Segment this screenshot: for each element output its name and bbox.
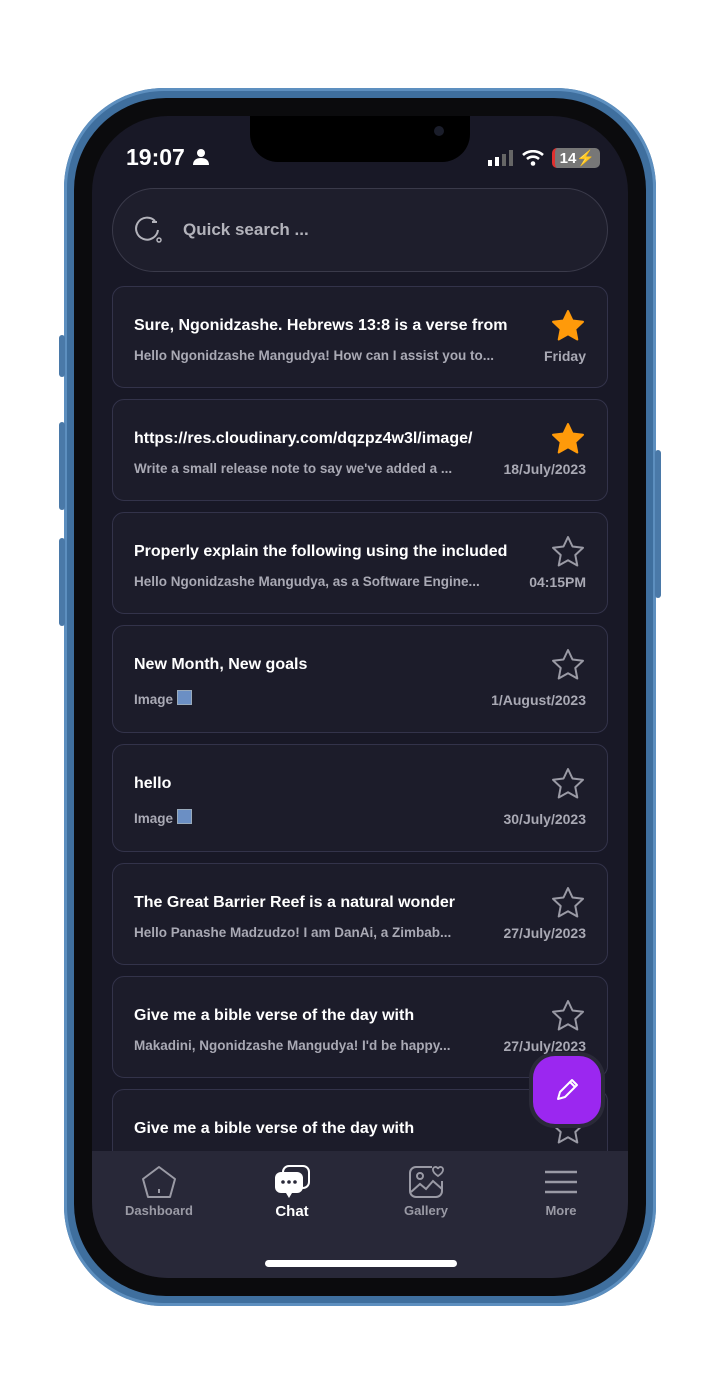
wifi-icon [521, 150, 544, 166]
chat-preview: Image [134, 809, 192, 826]
star-outline-icon[interactable] [551, 886, 585, 920]
battery-indicator: 14⚡ [551, 148, 600, 168]
star-outline-icon[interactable] [551, 999, 585, 1033]
chat-date: 27/July/2023 [503, 1038, 586, 1054]
chat-preview: Hello Ngonidzashe Mangudya! How can I as… [134, 348, 494, 363]
chat-preview-text: Hello Panashe Madzudzo! I am DanAi, a Zi… [134, 925, 452, 940]
chat-preview: Hello Ngonidzashe Mangudya, as a Softwar… [134, 574, 480, 589]
status-icons: 14⚡ [487, 148, 600, 168]
star-outline-icon[interactable] [551, 535, 585, 569]
chat-icon [275, 1165, 310, 1198]
image-icon [176, 690, 192, 705]
camera [434, 126, 444, 136]
volume-up-button [59, 422, 65, 510]
chat-title: hello [134, 775, 172, 792]
chat-preview-text: Hello Ngonidzashe Mangudya, as a Softwar… [134, 574, 480, 589]
chat-preview-text: Image [134, 811, 174, 826]
star-outline-icon[interactable] [551, 648, 585, 682]
signal-icon [487, 150, 513, 166]
bottom-tab-bar: Dashboard Chat Gallery More [92, 1151, 628, 1278]
chat-list-item[interactable]: hello Image 30/July/2023 [112, 744, 608, 852]
chat-list-item[interactable]: https://res.cloudinary.com/dqzpz4w3l/ima… [112, 399, 608, 501]
chat-list-item[interactable]: Sure, Ngonidzashe. Hebrews 13:8 is a ver… [112, 286, 608, 388]
chat-title: New Month, New goals [134, 656, 308, 673]
tab-more[interactable]: More [501, 1165, 621, 1218]
chat-date: 30/July/2023 [503, 811, 586, 827]
chat-list-item[interactable]: New Month, New goals Image 1/August/2023 [112, 625, 608, 733]
chat-preview: Image [134, 690, 192, 707]
chat-list-item[interactable]: The Great Barrier Reef is a natural wond… [112, 863, 608, 965]
new-chat-button[interactable] [533, 1056, 601, 1124]
image-icon [176, 809, 192, 824]
chat-preview: Makadini, Ngonidzashe Mangudya! I'd be h… [134, 1038, 451, 1053]
tab-label: Gallery [403, 1203, 449, 1218]
chat-title: Give me a bible verse of the day with [134, 1007, 415, 1024]
chat-date: 18/July/2023 [503, 461, 586, 477]
chat-preview-text: Hello Ngonidzashe Mangudya! How can I as… [134, 348, 495, 363]
chat-date: 27/July/2023 [503, 925, 586, 941]
chat-list-item[interactable]: Give me a bible verse of the day with Mak… [112, 976, 608, 1078]
chat-preview: Write a small release note to say we've … [134, 461, 452, 476]
star-filled-icon[interactable] [551, 309, 585, 343]
status-time: 19:07 [126, 144, 210, 171]
chat-preview: Hello Panashe Madzudzo! I am DanAi, a Zi… [134, 925, 451, 940]
volume-down-button [59, 538, 65, 626]
power-button [655, 450, 661, 598]
battery-level: 14 [559, 150, 577, 167]
home-icon [142, 1166, 176, 1198]
chat-date: 1/August/2023 [491, 692, 586, 708]
chat-list-item[interactable]: Properly explain the following using the… [112, 512, 608, 614]
chat-preview-text: Write a small release note to say we've … [134, 461, 453, 476]
screen: 19:07 14⚡ Quick search ... Sure, Ngonidz… [92, 116, 628, 1278]
tab-dashboard[interactable]: Dashboard [99, 1165, 219, 1218]
chat-preview-text: Makadini, Ngonidzashe Mangudya! I'd be h… [134, 1038, 451, 1053]
search-bar[interactable]: Quick search ... [112, 188, 608, 272]
chat-title: The Great Barrier Reef is a natural wond… [134, 894, 455, 911]
chat-title: Sure, Ngonidzashe. Hebrews 13:8 is a ver… [134, 317, 508, 334]
chat-title: Properly explain the following using the… [134, 543, 508, 560]
mute-switch [59, 335, 65, 377]
tab-chat[interactable]: Chat [232, 1165, 352, 1220]
time-text: 19:07 [126, 144, 185, 170]
tab-label: Dashboard [125, 1203, 193, 1218]
notch [250, 116, 470, 162]
menu-icon [545, 1170, 577, 1194]
chat-date: Friday [543, 348, 586, 364]
pencil-icon [557, 1079, 578, 1100]
search-input[interactable]: Quick search ... [183, 220, 309, 240]
star-filled-icon[interactable] [551, 422, 585, 456]
search-icon [135, 216, 162, 243]
tab-label: Chat [275, 1203, 309, 1220]
star-outline-icon[interactable] [551, 767, 585, 801]
person-icon [193, 149, 210, 165]
chat-title: https://res.cloudinary.com/dqzpz4w3l/ima… [134, 430, 473, 447]
chat-title: Give me a bible verse of the day with [134, 1120, 415, 1137]
gallery-icon [409, 1166, 444, 1198]
chat-date: 04:15PM [529, 574, 586, 590]
tab-label: More [545, 1203, 577, 1218]
chat-preview-text: Image [134, 692, 174, 707]
tab-gallery[interactable]: Gallery [366, 1165, 486, 1218]
home-indicator[interactable] [265, 1260, 457, 1267]
